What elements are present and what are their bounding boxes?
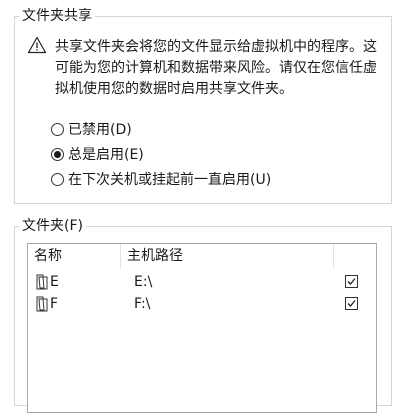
folder-host-path: E:\ bbox=[134, 274, 153, 290]
shared-folder-icon bbox=[36, 296, 48, 312]
radio-until-poweroff[interactable]: 在下次关机或挂起前一直启用(U) bbox=[51, 168, 271, 190]
folders-group: 文件夹(F) 名称 主机路径 E E:\ F F:\ bbox=[14, 217, 392, 413]
enabled-checkbox[interactable] bbox=[345, 297, 358, 310]
radio-button[interactable] bbox=[51, 172, 64, 186]
radio-label: 在下次关机或挂起前一直启用(U) bbox=[68, 172, 272, 188]
folder-sharing-group: 文件夹共享 共享文件夹会将您的文件显示给虚拟机中的程序。这可能为您的计算机和数据… bbox=[14, 7, 392, 204]
folder-name: F bbox=[50, 296, 59, 312]
enabled-checkbox[interactable] bbox=[345, 275, 358, 288]
radio-button[interactable] bbox=[51, 122, 64, 136]
warning-text: 共享文件夹会将您的文件显示给虚拟机中的程序。这可能为您的计算机和数据带来风险。请… bbox=[55, 39, 377, 97]
folder-name: E bbox=[50, 274, 59, 290]
radio-disabled[interactable]: 已禁用(D) bbox=[51, 118, 132, 140]
folder-host-path: F:\ bbox=[134, 296, 151, 312]
column-header-name[interactable]: 名称 bbox=[28, 244, 120, 268]
table-row[interactable]: F F:\ bbox=[28, 293, 376, 315]
radio-always-enabled[interactable]: 总是启用(E) bbox=[51, 143, 144, 165]
radio-label: 已禁用(D) bbox=[68, 122, 132, 138]
column-header-enabled[interactable] bbox=[334, 244, 376, 268]
radio-label: 总是启用(E) bbox=[68, 147, 144, 163]
radio-button-selected[interactable] bbox=[51, 147, 64, 161]
folders-list[interactable]: 名称 主机路径 E E:\ F F:\ bbox=[27, 243, 377, 413]
folder-sharing-title: 文件夹共享 bbox=[19, 7, 95, 25]
list-header: 名称 主机路径 bbox=[28, 244, 376, 268]
shared-folder-icon bbox=[36, 274, 48, 290]
warning-triangle-icon bbox=[27, 36, 47, 54]
folders-title: 文件夹(F) bbox=[19, 217, 86, 235]
table-row[interactable]: E E:\ bbox=[28, 271, 376, 293]
column-header-host-path[interactable]: 主机路径 bbox=[121, 244, 333, 268]
